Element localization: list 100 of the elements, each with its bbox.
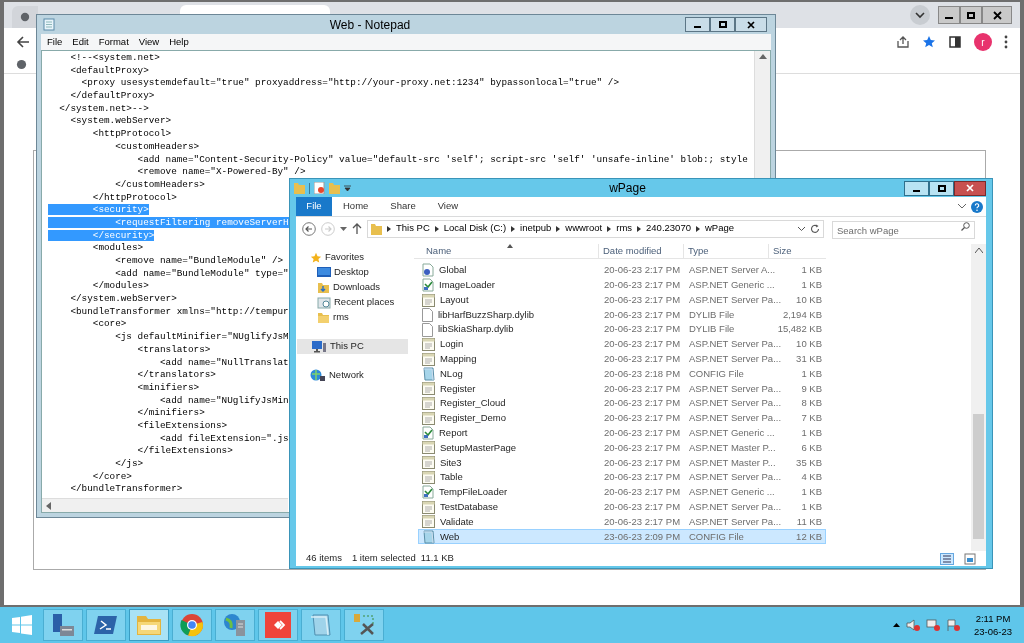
refresh-icon[interactable] — [810, 223, 820, 234]
dropdown-icon[interactable] — [798, 226, 805, 231]
restore-button[interactable] — [960, 6, 982, 24]
browser-tab[interactable] — [12, 6, 38, 28]
file-row[interactable]: libSkiaSharp.dylib 20-06-23 2:17 PM DYLIB File 15,482 KB — [418, 322, 826, 337]
date-modified: 20-06-23 2:17 PM — [604, 338, 681, 350]
nav-item[interactable]: Favorites — [296, 250, 410, 265]
menu-item[interactable]: Format — [98, 34, 129, 50]
column-header[interactable]: Size — [769, 244, 826, 258]
caret-up-icon[interactable] — [892, 623, 900, 627]
file-row[interactable]: NLog 20-06-23 2:18 PM CONFIG File 1 KB — [418, 366, 826, 382]
close-icon — [966, 184, 974, 192]
file-row[interactable]: Mapping 20-06-23 2:17 PM ASP.NET Server Pa... 31 KB — [418, 351, 826, 367]
search-field[interactable]: Search wPage — [832, 221, 975, 239]
column-header[interactable]: Date modified — [599, 244, 684, 258]
maximize-button[interactable] — [929, 180, 954, 196]
recent-locations-icon[interactable] — [340, 226, 347, 231]
menu-item[interactable]: File — [47, 34, 63, 50]
breadcrumb-item[interactable]: This PC — [396, 221, 430, 236]
scroll-up-icon[interactable] — [974, 248, 983, 253]
up-arrow-icon[interactable] — [352, 223, 362, 234]
minimize-button[interactable] — [685, 17, 710, 32]
scroll-left-icon[interactable] — [46, 501, 51, 510]
file-row[interactable]: Register_Cloud 20-06-23 2:17 PM ASP.NET Server Pa... 8 KB — [418, 396, 826, 411]
scroll-thumb[interactable] — [973, 414, 984, 539]
file-row[interactable]: libHarfBuzzSharp.dylib 20-06-23 2:17 PM DYLIB File 2,194 KB — [418, 307, 826, 323]
taskbar-button[interactable] — [129, 609, 169, 641]
file-row[interactable]: Register_Demo 20-06-23 2:17 PM ASP.NET Server Pa... 7 KB — [418, 410, 826, 426]
back-arrow-icon[interactable] — [16, 35, 30, 49]
scroll-up-icon[interactable] — [758, 54, 767, 59]
profile-avatar[interactable]: r — [974, 33, 992, 51]
ribbon-tab[interactable]: Share — [379, 197, 427, 216]
breadcrumb-item[interactable]: 240.23070 — [646, 221, 691, 236]
breadcrumb-item[interactable]: wPage — [704, 221, 735, 236]
file-row[interactable]: Register 20-06-23 2:17 PM ASP.NET Server Pa... 9 KB — [418, 381, 826, 397]
search-icon[interactable] — [961, 221, 970, 231]
taskbar-button[interactable] — [258, 609, 298, 641]
dropdown-icon[interactable] — [344, 185, 351, 191]
ribbon-tab[interactable]: View — [426, 197, 470, 216]
nav-item[interactable]: rms — [296, 310, 410, 325]
properties-icon[interactable] — [314, 182, 325, 194]
file-row[interactable]: Site3 20-06-23 2:17 PM ASP.NET Master P... 35 KB — [418, 455, 826, 471]
nav-item[interactable]: Network — [296, 368, 410, 383]
clock-date[interactable]: 23-06-23 — [973, 625, 1012, 638]
column-header[interactable]: Type — [684, 244, 769, 258]
date-modified: 20-06-23 2:17 PM — [604, 264, 681, 276]
large-icons-view-icon[interactable] — [964, 552, 976, 565]
vertical-scrollbar[interactable] — [754, 51, 770, 178]
share-icon[interactable] — [896, 35, 910, 49]
file-row[interactable]: Login 20-06-23 2:17 PM ASP.NET Server Pa... 10 KB — [418, 337, 826, 352]
breadcrumb-item[interactable]: wwwroot — [565, 221, 603, 236]
nav-item[interactable]: This PC — [297, 339, 408, 354]
back-button-icon[interactable] — [302, 221, 316, 236]
flag-icon[interactable] — [945, 619, 960, 631]
close-button[interactable] — [954, 180, 986, 196]
menu-item[interactable]: View — [138, 34, 160, 50]
nav-item[interactable]: Desktop — [296, 265, 410, 280]
file-row[interactable]: Web 23-06-23 2:09 PM CONFIG File 12 KB — [418, 529, 826, 545]
taskbar-button[interactable] — [86, 609, 126, 641]
taskbar-button[interactable] — [344, 609, 384, 641]
minimize-button[interactable] — [938, 6, 960, 24]
file-row[interactable]: TestDatabase 20-06-23 2:17 PM ASP.NET Server Pa... 1 KB — [418, 499, 826, 515]
chevron-down-icon[interactable] — [910, 5, 930, 25]
file-row[interactable]: Validate 20-06-23 2:17 PM ASP.NET Server Pa... 11 KB — [418, 514, 826, 530]
ribbon-tab[interactable]: Home — [332, 197, 380, 216]
taskbar-button[interactable] — [43, 609, 83, 641]
star-icon[interactable] — [922, 35, 936, 49]
breadcrumb-item[interactable]: Local Disk (C:) — [443, 221, 507, 236]
file-row[interactable]: Layout 20-06-23 2:17 PM ASP.NET Server Pa... 10 KB — [418, 292, 826, 308]
ribbon-tab[interactable]: File — [296, 197, 332, 216]
taskbar-button[interactable] — [172, 609, 212, 641]
details-view-icon[interactable] — [940, 552, 954, 565]
expand-ribbon-icon[interactable] — [958, 204, 966, 209]
notebook-icon — [422, 367, 435, 381]
nav-item[interactable]: Downloads — [296, 280, 410, 295]
file-row[interactable]: Global 20-06-23 2:17 PM ASP.NET Server A... 1 KB — [418, 263, 826, 278]
close-button[interactable] — [982, 6, 1012, 24]
vertical-scrollbar[interactable] — [971, 244, 986, 551]
breadcrumb-item[interactable]: inetpub — [520, 221, 552, 236]
maximize-button[interactable] — [710, 17, 735, 32]
file-row[interactable]: TempFileLoader 20-06-23 2:17 PM ASP.NET Generic ... 1 KB — [418, 484, 826, 500]
file-row[interactable]: Table 20-06-23 2:17 PM ASP.NET Server Pa... 4 KB — [418, 470, 826, 485]
file-row[interactable]: ImageLoader 20-06-23 2:17 PM ASP.NET Generic ... 1 KB — [418, 277, 826, 293]
address-bar[interactable]: This PC Local Disk (C:) inetpub wwwroot rms 240.23070 wPage — [367, 219, 824, 238]
close-button[interactable] — [735, 17, 767, 32]
menu-icon[interactable] — [1004, 35, 1008, 49]
file-row[interactable]: Report 20-06-23 2:17 PM ASP.NET Generic ... 1 KB — [418, 425, 826, 441]
clock-time[interactable]: 2:11 PM — [975, 612, 1011, 625]
minimize-button[interactable] — [904, 180, 929, 196]
help-icon[interactable] — [971, 200, 983, 213]
sidebar-icon[interactable] — [948, 35, 962, 49]
file-size: 8 KB — [801, 397, 822, 409]
menu-item[interactable]: Help — [169, 34, 189, 50]
speaker-muted-icon[interactable] — [905, 619, 920, 631]
network-icon[interactable] — [925, 619, 940, 631]
menu-item[interactable]: Edit — [72, 34, 89, 50]
nav-item[interactable]: Recent places — [296, 295, 410, 310]
horizontal-scrollbar[interactable] — [42, 498, 288, 512]
breadcrumb-item[interactable]: rms — [616, 221, 633, 236]
file-row[interactable]: SetupMasterPage 20-06-23 2:17 PM ASP.NET Master P... 6 KB — [418, 440, 826, 456]
